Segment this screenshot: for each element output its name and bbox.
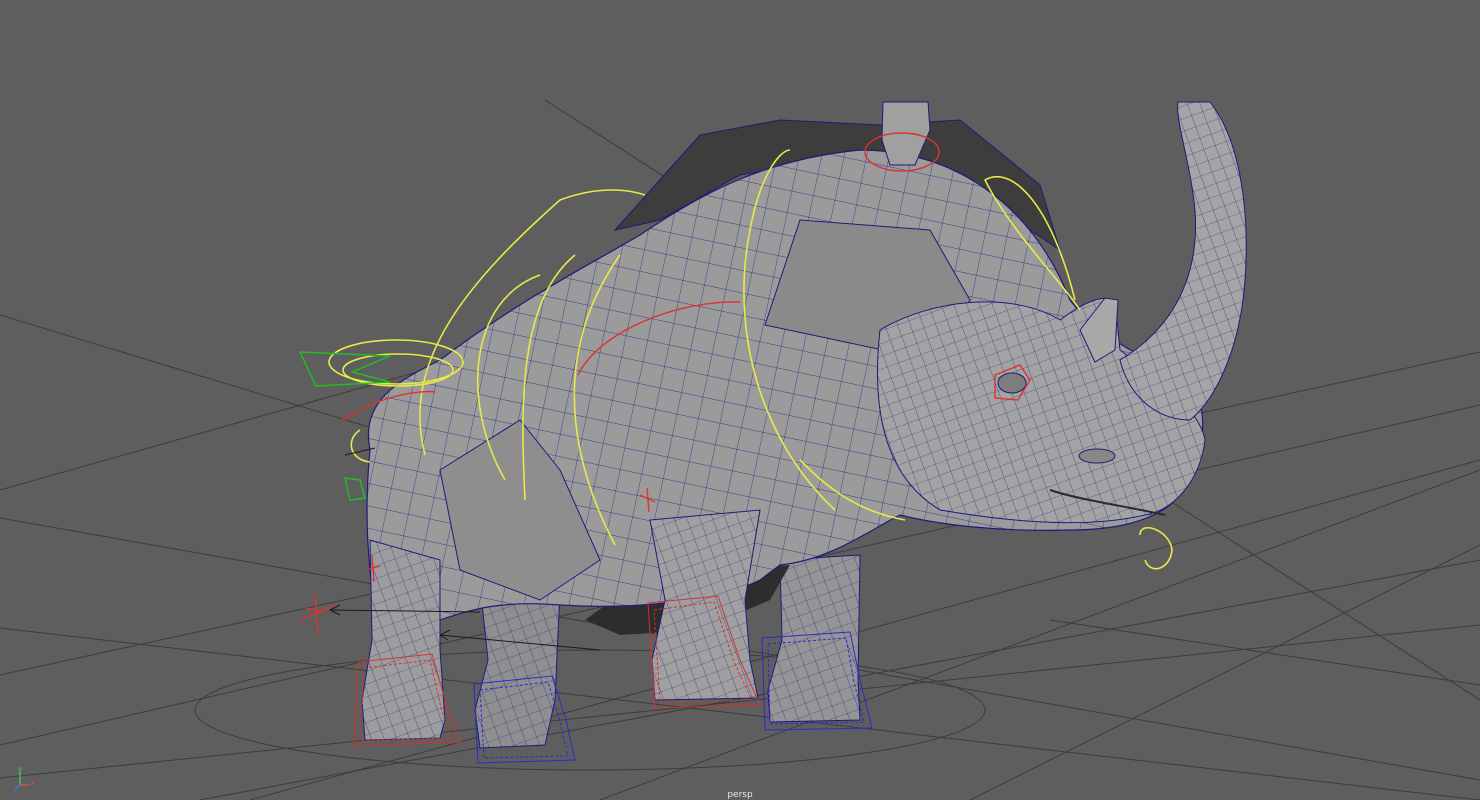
scene-canvas[interactable] [0, 0, 1480, 800]
maya-perspective-viewport[interactable]: y x z persp [0, 0, 1480, 800]
axis-z-label: z [14, 785, 18, 793]
axis-x-label: x [31, 779, 36, 787]
camera-name-label: persp [727, 790, 753, 800]
axis-y-label: y [18, 765, 23, 773]
eye [997, 372, 1027, 394]
rhino-mesh[interactable] [361, 101, 1247, 749]
